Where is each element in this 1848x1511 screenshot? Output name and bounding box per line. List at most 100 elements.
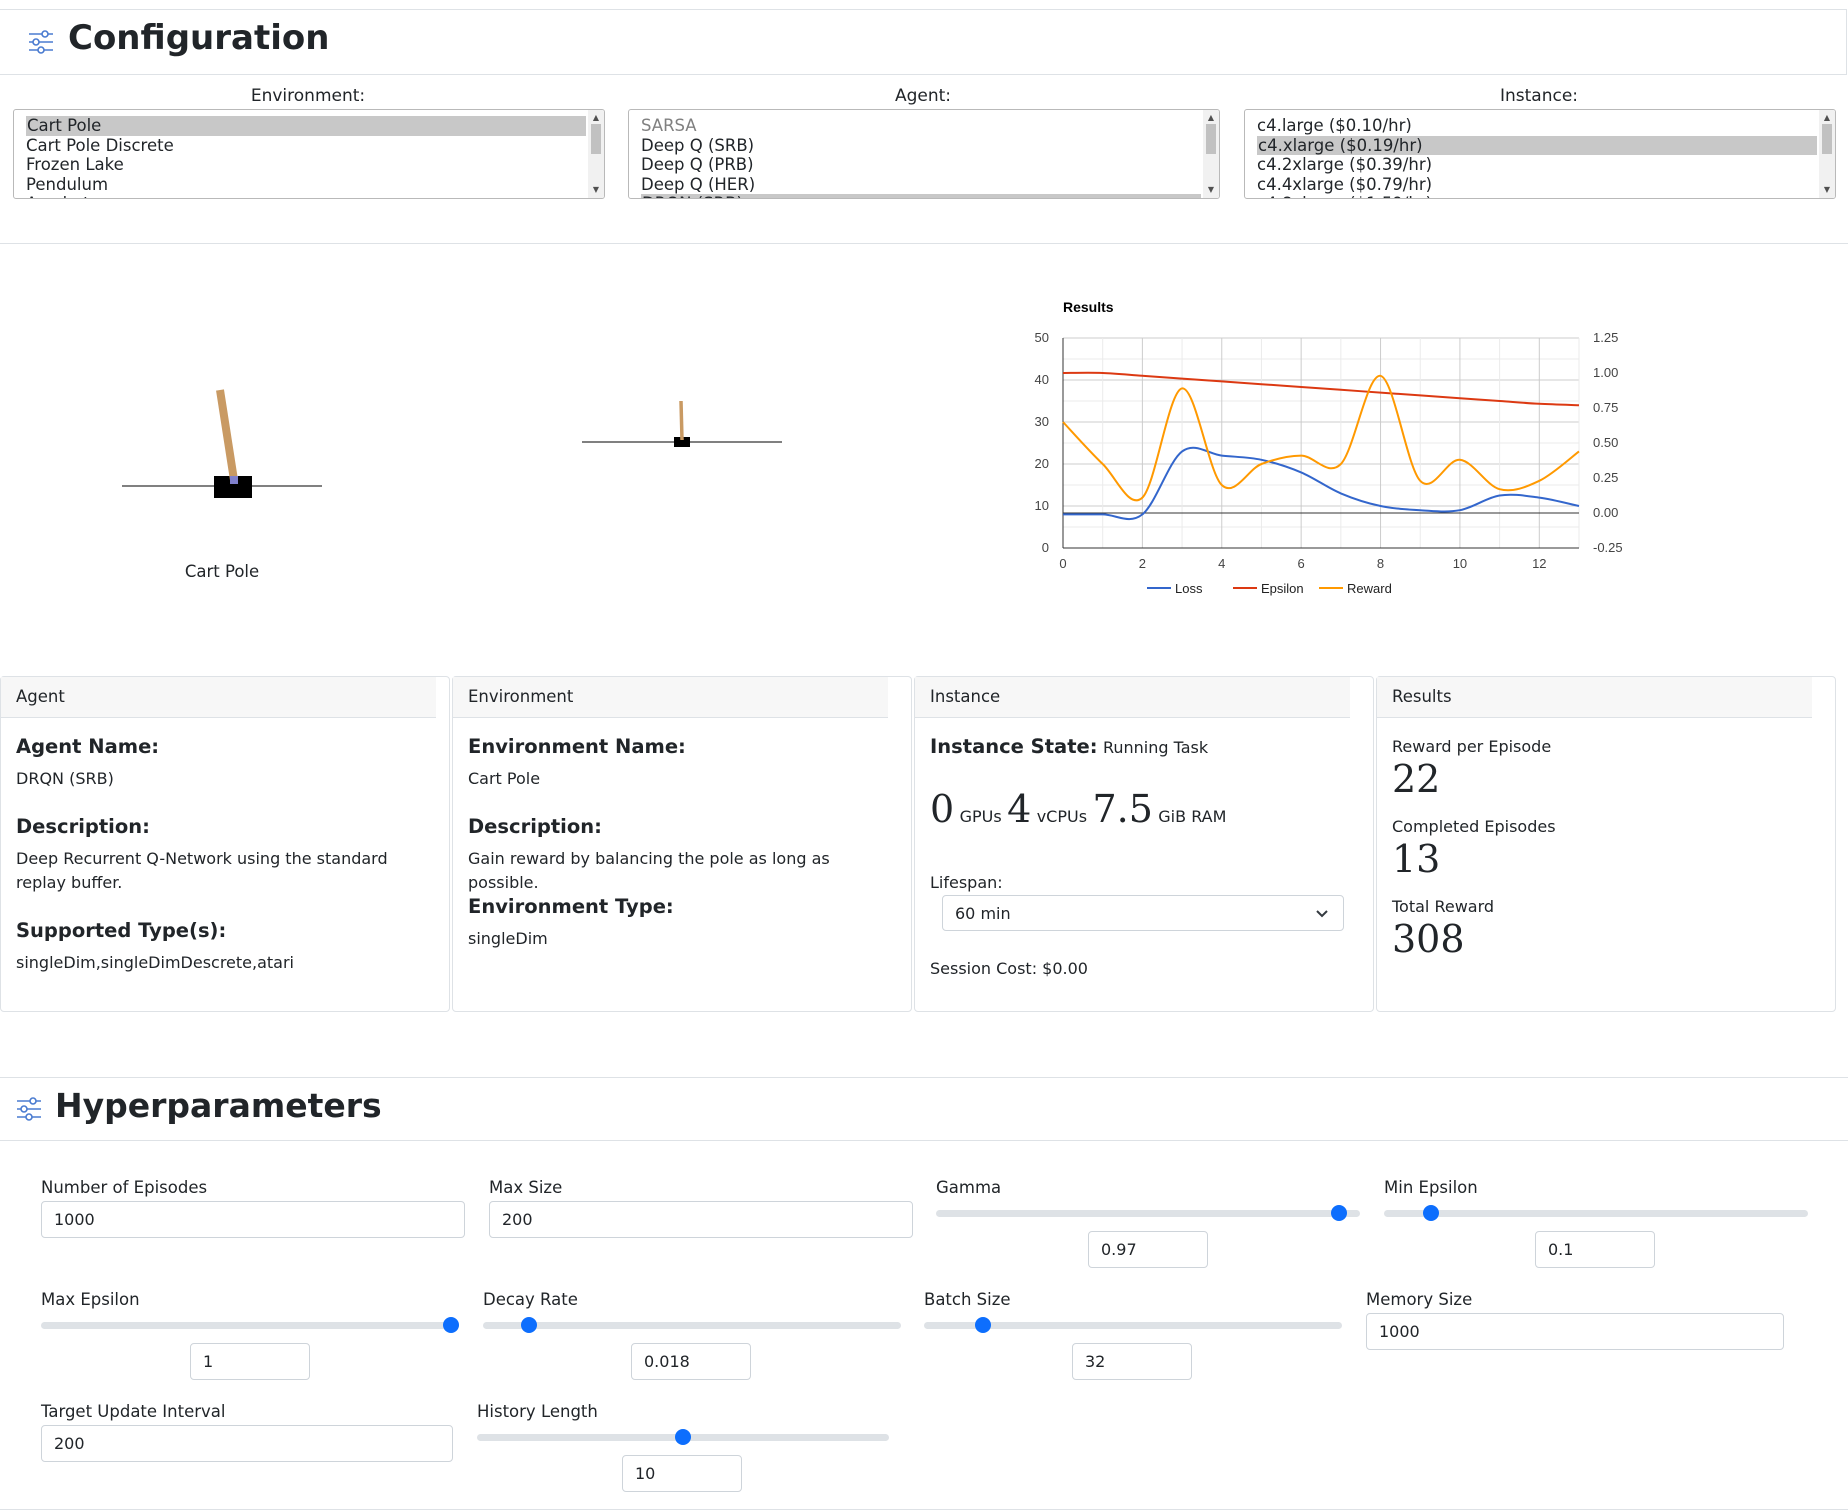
cartpole-axle <box>230 476 238 484</box>
max-epsilon-input[interactable] <box>190 1343 310 1380</box>
render-caption: Cart Pole <box>184 562 260 581</box>
batch-size-input[interactable] <box>1072 1343 1192 1380</box>
select-option[interactable]: Acrobot <box>14 194 586 198</box>
instance-state-label: Instance State: <box>930 735 1098 758</box>
agent-select[interactable]: SARSA Deep Q (SRB) Deep Q (PRB) Deep Q (HER… <box>628 109 1220 199</box>
select-option[interactable]: c4.2xlarge ($0.39/hr) <box>1245 155 1817 175</box>
num-episodes-label: Number of Episodes <box>41 1178 208 1197</box>
results-card-header: Results <box>1377 677 1812 718</box>
select-option[interactable]: Deep Q (PRB) <box>629 155 1201 175</box>
section-divider <box>0 243 1848 244</box>
scroll-down-icon[interactable]: ▼ <box>1819 184 1835 196</box>
max-epsilon-slider[interactable] <box>41 1317 459 1333</box>
agent-card: Agent Agent Name: DRQN (SRB) Description… <box>0 676 450 1012</box>
y-tick-label: 20 <box>1035 456 1049 471</box>
select-option[interactable]: c4.xlarge ($0.19/hr) <box>1257 135 1817 155</box>
scroll-up-icon[interactable]: ▲ <box>588 112 604 124</box>
memory-size-input[interactable] <box>1366 1313 1784 1350</box>
select-option[interactable]: Cart Pole Discrete <box>14 136 586 156</box>
configuration-header: Configuration <box>0 9 1847 75</box>
max-epsilon-label: Max Epsilon <box>41 1290 140 1309</box>
history-length-label: History Length <box>477 1402 598 1421</box>
history-length-slider-thumb[interactable] <box>675 1429 691 1445</box>
instance-card-header: Instance <box>915 677 1350 718</box>
lifespan-label: Lifespan: <box>930 873 1003 892</box>
x-tick-label: 12 <box>1532 556 1546 571</box>
select-option[interactable]: DRQN (SRB) <box>641 194 1201 198</box>
sliders-icon <box>17 1097 41 1121</box>
y2-tick-label: 1.25 <box>1593 330 1618 345</box>
agent-types: singleDim,singleDimDescrete,atari <box>16 953 294 972</box>
reward-per-episode-value: 22 <box>1392 757 1441 801</box>
lifespan-select[interactable]: 60 min <box>942 895 1344 931</box>
environment-scrollbar[interactable]: ▲ ▼ <box>588 110 604 198</box>
gpu-unit: GPUs <box>959 807 1002 826</box>
environment-select[interactable]: Cart Pole Cart Pole Discrete Frozen Lake Pe… <box>13 109 605 199</box>
history-length-slider[interactable] <box>477 1429 889 1445</box>
gpu-count: 0 <box>930 787 955 831</box>
y-tick-label: 30 <box>1035 414 1049 429</box>
decay-rate-slider[interactable] <box>483 1317 901 1333</box>
select-option[interactable]: Deep Q (HER) <box>629 175 1201 195</box>
select-option[interactable]: Cart Pole <box>26 116 586 136</box>
select-option[interactable]: Pendulum <box>14 175 586 195</box>
batch-size-slider[interactable] <box>924 1317 1342 1333</box>
environment-description-label: Description: <box>468 815 602 838</box>
scroll-down-icon[interactable]: ▼ <box>588 184 604 196</box>
total-reward-label: Total Reward <box>1392 897 1495 916</box>
x-tick-label: 10 <box>1453 556 1467 571</box>
scroll-up-icon[interactable]: ▲ <box>1203 112 1219 124</box>
select-option[interactable]: Deep Q (SRB) <box>629 136 1201 156</box>
agent-scrollbar[interactable]: ▲ ▼ <box>1203 110 1219 198</box>
section-divider <box>0 1509 1848 1510</box>
series-line-loss <box>1063 446 1580 521</box>
y-tick-label: 50 <box>1035 330 1049 345</box>
environment-description: Gain reward by balancing the pole as lon… <box>468 849 830 892</box>
batch-size-slider-thumb[interactable] <box>974 1317 991 1333</box>
scroll-up-icon[interactable]: ▲ <box>1819 112 1835 124</box>
history-length-input[interactable] <box>622 1455 742 1492</box>
reward-per-episode-label: Reward per Episode <box>1392 737 1552 756</box>
gamma-input[interactable] <box>1088 1231 1208 1268</box>
series-line-reward <box>1062 374 1580 502</box>
scrollbar-thumb[interactable] <box>1206 124 1216 154</box>
cartpole-render-small <box>582 400 782 447</box>
cartpole-pole <box>216 389 238 481</box>
instance-specs: 0 GPUs 4 vCPUs 7.5 GiB RAM <box>930 787 1226 831</box>
select-option[interactable]: c4.4xlarge ($0.79/hr) <box>1245 175 1817 195</box>
agent-name-label: Agent Name: <box>16 735 160 758</box>
gamma-slider[interactable] <box>936 1205 1360 1221</box>
min-epsilon-slider[interactable] <box>1384 1205 1808 1221</box>
y2-tick-label: 1.00 <box>1593 365 1618 380</box>
scrollbar-thumb[interactable] <box>591 124 601 154</box>
select-option[interactable]: SARSA <box>629 116 1201 136</box>
decay-rate-input[interactable] <box>631 1343 751 1380</box>
agent-description: Deep Recurrent Q-Network using the stand… <box>16 849 388 892</box>
cartpole-render <box>122 389 322 498</box>
target-update-input[interactable] <box>41 1425 453 1462</box>
select-option[interactable]: c4.8xlarge ($1.59/hr) <box>1245 194 1817 198</box>
min-epsilon-slider-thumb[interactable] <box>1422 1205 1439 1221</box>
x-tick-label: 2 <box>1139 556 1146 571</box>
y2-tick-label: -0.25 <box>1593 540 1623 555</box>
min-epsilon-label: Min Epsilon <box>1384 1178 1478 1197</box>
num-episodes-input[interactable] <box>41 1201 465 1238</box>
min-epsilon-input[interactable] <box>1535 1231 1655 1268</box>
agent-name: DRQN (SRB) <box>16 769 114 788</box>
gamma-slider-thumb[interactable] <box>1330 1205 1347 1221</box>
instance-select[interactable]: c4.large ($0.10/hr) c4.xlarge ($0.19/hr) c… <box>1244 109 1836 199</box>
max-epsilon-slider-thumb[interactable] <box>442 1317 459 1333</box>
completed-episodes-label: Completed Episodes <box>1392 817 1556 836</box>
scrollbar-thumb[interactable] <box>1822 124 1832 154</box>
select-option[interactable]: c4.large ($0.10/hr) <box>1245 116 1817 136</box>
scroll-down-icon[interactable]: ▼ <box>1203 184 1219 196</box>
chart-title: Results <box>1063 299 1114 315</box>
environment-name-label: Environment Name: <box>468 735 686 758</box>
select-option[interactable]: Frozen Lake <box>14 155 586 175</box>
decay-rate-slider-thumb[interactable] <box>520 1317 537 1333</box>
chevron-down-icon <box>1316 910 1328 918</box>
x-tick-label: 8 <box>1377 556 1384 571</box>
environment-card-header: Environment <box>453 677 888 718</box>
max-size-input[interactable] <box>489 1201 913 1238</box>
instance-scrollbar[interactable]: ▲ ▼ <box>1819 110 1835 198</box>
